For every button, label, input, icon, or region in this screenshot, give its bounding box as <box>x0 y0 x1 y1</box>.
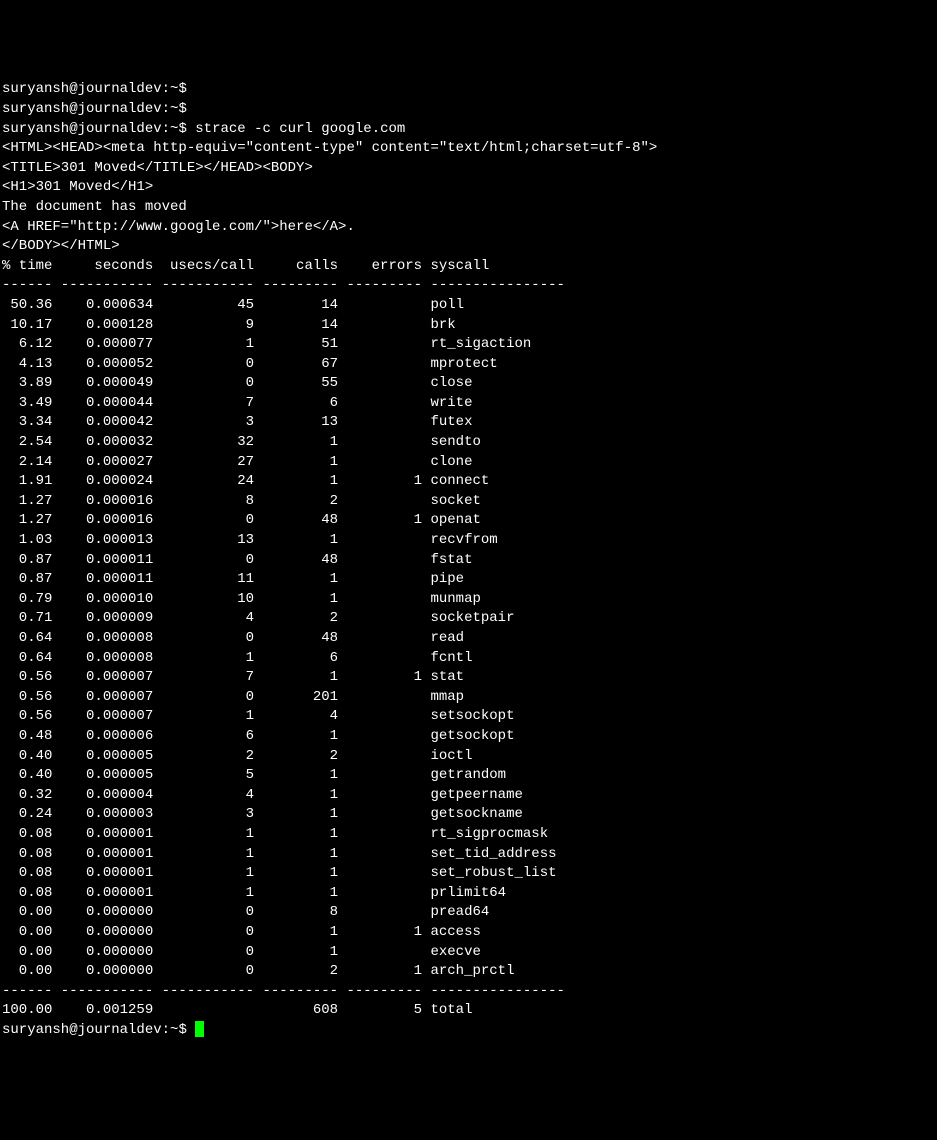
html-output-line-3: <H1>301 Moved</H1> <box>2 179 153 195</box>
html-output-line-2: <TITLE>301 Moved</TITLE></HEAD><BODY> <box>2 160 313 176</box>
table-total-row: 100.00 0.001259 608 5 total <box>2 1002 472 1018</box>
prompt-line-1: suryansh@journaldev:~$ <box>2 81 195 97</box>
cursor-icon <box>195 1021 204 1037</box>
final-prompt: suryansh@journaldev:~$ <box>2 1022 204 1038</box>
html-output-line-4: The document has moved <box>2 199 187 215</box>
table-separator-top: ------ ----------- ----------- ---------… <box>2 277 565 293</box>
html-output-line-1: <HTML><HEAD><meta http-equiv="content-ty… <box>2 140 657 156</box>
table-header: % time seconds usecs/call calls errors s… <box>2 258 489 274</box>
html-output-line-5: <A HREF="http://www.google.com/">here</A… <box>2 219 355 235</box>
html-output-line-6: </BODY></HTML> <box>2 238 120 254</box>
terminal-output[interactable]: suryansh@journaldev:~$ suryansh@journald… <box>2 80 935 1040</box>
prompt-line-3: suryansh@journaldev:~$ strace -c curl go… <box>2 121 405 137</box>
prompt-line-2: suryansh@journaldev:~$ <box>2 101 195 117</box>
syscall-table-body: 50.36 0.000634 45 14 poll 10.17 0.000128… <box>2 296 935 982</box>
